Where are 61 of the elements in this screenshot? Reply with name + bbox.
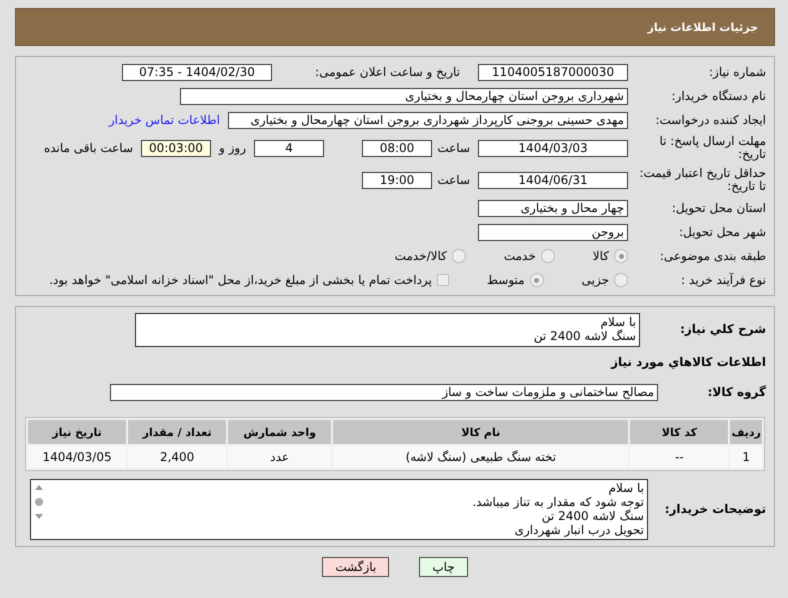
field-label: نوع فرآیند خرید : [680, 274, 766, 286]
description-field[interactable]: با سلام سنگ لاشه 2400 تن [135, 313, 640, 347]
field-label: توضیحات خریدار: [664, 503, 766, 516]
field-label: شرح کلي نیاز: [679, 323, 766, 336]
column-header: تعداد / مقدار [128, 420, 226, 444]
field-label: حداقل تاریخ اعتبار قیمت: تا تاریخ: [638, 167, 766, 193]
column-header: نام کالا [333, 420, 628, 444]
radio-label: جزیی [582, 273, 609, 287]
field-label: مهلت ارسال پاسخ: تا تاریخ: [658, 135, 766, 161]
remaining-label: ساعت باقی مانده [44, 141, 133, 155]
contact-link[interactable]: اطلاعات تماس خریدار [108, 113, 220, 127]
remaining-field: 00:03:00 [141, 140, 211, 156]
back-button[interactable]: بازگشت [322, 557, 390, 577]
column-header: ردیف [730, 420, 762, 444]
radio-label: کالا [592, 249, 609, 263]
table-cell: 1 [730, 446, 762, 468]
print-button[interactable]: چاپ [419, 557, 468, 577]
radio-label: خدمت [504, 249, 536, 263]
need-number-field: 1104005187000030 [478, 64, 628, 80]
field-label: استان محل تحویل: [670, 202, 766, 214]
goods-group-field: مصالح ساختمانی و ملزومات ساخت و ساز [110, 384, 658, 400]
buyer-notes-field[interactable]: با سلام توجه شود که مقدار به تناز میباشد. سنگ لاشه 2400 تن تحویل درب انبار شهرداری [30, 479, 648, 540]
days-field: 4 [254, 140, 324, 156]
text-line: با سلام [608, 481, 644, 495]
field-label: شماره نیاز: [708, 66, 766, 78]
table-cell: عدد [228, 446, 332, 468]
province-field: چهار محال و بختیاری [478, 200, 628, 216]
text-line: تحویل درب انبار شهرداری [514, 523, 644, 537]
buyer-field: شهرداری بروجن استان چهارمحال و بختیاری [180, 88, 628, 104]
text-line: توجه شود که مقدار به تناز میباشد. [471, 495, 644, 509]
announce-date-field: 1404/02/30 - 07:35 [122, 64, 272, 80]
field-label: طبقه بندی موضوعی: [658, 250, 766, 262]
table-cell: تخته سنگ طبیعی (سنگ لاشه) [333, 446, 628, 468]
text-line: با سلام [600, 315, 636, 329]
radio-label: متوسط [486, 273, 525, 287]
time-field: 08:00 [362, 140, 432, 156]
field-label: شهر محل تحویل: [678, 226, 766, 238]
column-header: تاریخ نیاز [28, 420, 126, 444]
field-label: نام دستگاه خریدار: [670, 90, 766, 102]
field-label: گروه کالا: [706, 386, 766, 398]
text-line: سنگ لاشه 2400 تن [532, 329, 636, 343]
date-field: 1404/03/03 [478, 140, 628, 156]
text-line: سنگ لاشه 2400 تن [540, 509, 644, 523]
time-label: ساعت [440, 141, 470, 155]
table-cell: 1404/03/05 [28, 446, 126, 468]
checkbox-label: پرداخت تمام یا بخشی از مبلغ خرید،از محل "اسناد خزانه اسلامی" خواهد بود. [49, 273, 432, 287]
creator-field: مهدی حسینی بروجنی کارپرداز شهرداری بروجن استان چهارمحال و بختیاری [228, 112, 628, 128]
column-header: کد کالا [630, 420, 728, 444]
time-field: 19:00 [362, 172, 432, 188]
field-label: ایجاد کننده درخواست: [654, 114, 766, 126]
days-label: روز و [219, 141, 246, 155]
city-field: بروجن [478, 224, 628, 240]
table-cell: 2,400 [128, 446, 226, 468]
column-header: واحد شمارش [228, 420, 332, 444]
section-heading: اطلاعات کالاهاي مورد نیاز [610, 355, 766, 369]
time-label: ساعت [440, 173, 470, 187]
table-cell: -- [630, 446, 728, 468]
date-field: 1404/06/31 [478, 172, 628, 188]
page-header: جزئیات اطلاعات نیاز [15, 8, 775, 46]
field-label: تاریخ و ساعت اعلان عمومی: [314, 66, 460, 78]
radio-label: کالا/خدمت [394, 249, 447, 263]
